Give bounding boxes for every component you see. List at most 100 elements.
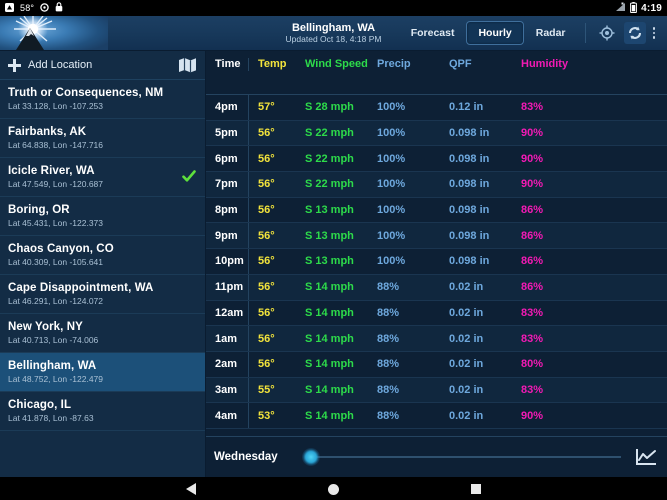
- line-chart-icon[interactable]: [633, 446, 659, 468]
- slider-track: [315, 456, 621, 458]
- table-row[interactable]: 2am 56° S 14 mph 88% 0.02 in 80%: [206, 351, 667, 378]
- cell-temp: 53°: [248, 403, 296, 428]
- cell-qpf: 0.098 in: [449, 229, 490, 242]
- cell-qpf: 0.02 in: [449, 281, 484, 294]
- cell-qpf: 0.098 in: [449, 152, 490, 165]
- column-header-precip: Precip: [377, 58, 411, 70]
- cell-temp: 55°: [248, 377, 296, 403]
- tab-forecast[interactable]: Forecast: [399, 21, 467, 45]
- location-name: Truth or Consequences, NM: [8, 87, 164, 99]
- cell-precip: 100%: [377, 178, 406, 191]
- main-content: Add Location Truth or Consequences, NM L…: [0, 51, 667, 477]
- list-item[interactable]: Cape Disappointment, WA Lat 46.291, Lon …: [0, 275, 205, 314]
- cell-time: 4pm: [215, 101, 238, 114]
- cell-precip: 88%: [377, 332, 400, 345]
- cell-temp: 56°: [248, 351, 296, 377]
- cell-qpf: 0.098 in: [449, 127, 490, 140]
- table-row[interactable]: 11pm 56° S 14 mph 88% 0.02 in 86%: [206, 274, 667, 301]
- battery-icon: [630, 1, 638, 15]
- recents-icon[interactable]: [471, 484, 481, 494]
- list-item[interactable]: Icicle River, WA Lat 47.549, Lon -120.68…: [0, 158, 205, 197]
- cell-time: 7pm: [215, 178, 238, 191]
- cell-wind: S 14 mph: [305, 306, 354, 319]
- map-icon[interactable]: [177, 57, 197, 74]
- back-icon[interactable]: [186, 483, 196, 495]
- cell-temp: 56°: [248, 223, 296, 249]
- table-row[interactable]: 5pm 56° S 22 mph 100% 0.098 in 90%: [206, 120, 667, 147]
- table-row[interactable]: 4am 53° S 14 mph 88% 0.02 in 90%: [206, 403, 667, 429]
- my-location-icon[interactable]: [596, 22, 618, 44]
- cell-qpf: 0.02 in: [449, 383, 484, 396]
- list-item[interactable]: Fairbanks, AK Lat 64.838, Lon -147.716: [0, 119, 205, 158]
- cell-time: 3am: [215, 383, 238, 396]
- location-sidebar: Add Location Truth or Consequences, NM L…: [0, 51, 206, 477]
- cell-time: 2am: [215, 358, 238, 371]
- list-item[interactable]: Truth or Consequences, NM Lat 33.128, Lo…: [0, 80, 205, 119]
- hourly-table: Time Temp Wind Speed Precip QPF Humidity…: [206, 51, 667, 477]
- list-item[interactable]: New York, NY Lat 40.713, Lon -74.006: [0, 314, 205, 353]
- app-screen: 58° 4:19 Bellingham, WA Updated Oct 18, …: [0, 0, 667, 500]
- cell-qpf: 0.02 in: [449, 409, 484, 422]
- cell-humidity: 86%: [521, 281, 544, 294]
- cell-temp: 56°: [248, 300, 296, 326]
- table-row[interactable]: 6pm 56° S 22 mph 100% 0.098 in 90%: [206, 146, 667, 173]
- cell-humidity: 80%: [521, 358, 544, 371]
- day-slider[interactable]: [288, 447, 629, 467]
- cell-humidity: 83%: [521, 383, 544, 396]
- list-item[interactable]: Chicago, IL Lat 41.878, Lon -87.63: [0, 392, 205, 431]
- cell-humidity: 83%: [521, 332, 544, 345]
- location-coords: Lat 40.309, Lon -105.641: [8, 257, 103, 267]
- list-item-selected[interactable]: Bellingham, WA Lat 48.752, Lon -122.479: [0, 353, 205, 392]
- cell-qpf: 0.098 in: [449, 204, 490, 217]
- table-row[interactable]: 12am 56° S 14 mph 88% 0.02 in 83%: [206, 300, 667, 327]
- signal-icon: [615, 2, 626, 14]
- day-label: Wednesday: [214, 451, 278, 463]
- cell-wind: S 28 mph: [305, 101, 354, 114]
- refresh-icon[interactable]: [623, 22, 646, 44]
- location-name: Fairbanks, AK: [8, 126, 87, 138]
- location-list: Truth or Consequences, NM Lat 33.128, Lo…: [0, 80, 205, 477]
- tab-radar[interactable]: Radar: [524, 21, 578, 45]
- cell-wind: S 13 mph: [305, 204, 354, 217]
- app-icon: [5, 2, 14, 14]
- status-bar-left: 58°: [5, 2, 63, 14]
- day-selector-bar: Wednesday: [206, 436, 667, 477]
- cell-qpf: 0.098 in: [449, 255, 490, 268]
- cell-precip: 100%: [377, 127, 406, 140]
- table-row[interactable]: 9pm 56° S 13 mph 100% 0.098 in 86%: [206, 223, 667, 250]
- table-row[interactable]: 7pm 56° S 22 mph 100% 0.098 in 90%: [206, 172, 667, 198]
- android-status-bar: 58° 4:19: [0, 0, 667, 16]
- location-coords: Lat 46.291, Lon -124.072: [8, 296, 103, 306]
- table-row[interactable]: 3am 55° S 14 mph 88% 0.02 in 83%: [206, 377, 667, 404]
- lock-icon: [55, 2, 63, 14]
- cell-precip: 88%: [377, 306, 400, 319]
- tab-hourly[interactable]: Hourly: [466, 21, 524, 45]
- location-name: Chicago, IL: [8, 399, 72, 411]
- add-location-button[interactable]: Add Location: [0, 51, 205, 80]
- cell-precip: 100%: [377, 101, 406, 114]
- cell-temp: 56°: [248, 172, 296, 197]
- table-row[interactable]: 10pm 56° S 13 mph 100% 0.098 in 86%: [206, 249, 667, 275]
- slider-thumb[interactable]: [301, 448, 320, 466]
- table-row[interactable]: 8pm 56° S 13 mph 100% 0.098 in 86%: [206, 197, 667, 224]
- list-item[interactable]: Boring, OR Lat 45.431, Lon -122.373: [0, 197, 205, 236]
- cell-wind: S 13 mph: [305, 255, 354, 268]
- cell-precip: 88%: [377, 409, 400, 422]
- cell-temp: 56°: [248, 274, 296, 300]
- table-row[interactable]: 4pm 57° S 28 mph 100% 0.12 in 83%: [206, 95, 667, 121]
- header-toolbar: Forecast Hourly Radar: [399, 16, 661, 50]
- cell-temp: 56°: [248, 249, 296, 274]
- cell-humidity: 86%: [521, 229, 544, 242]
- cell-wind: S 14 mph: [305, 358, 354, 371]
- table-row[interactable]: 1am 56° S 14 mph 88% 0.02 in 83%: [206, 326, 667, 352]
- sun-over-mountain-logo: [0, 16, 108, 50]
- list-item[interactable]: Chaos Canyon, CO Lat 40.309, Lon -105.64…: [0, 236, 205, 275]
- location-coords: Lat 33.128, Lon -107.253: [8, 101, 103, 111]
- cell-precip: 100%: [377, 152, 406, 165]
- cell-time: 8pm: [215, 204, 238, 217]
- cell-time: 11pm: [215, 281, 244, 294]
- home-icon[interactable]: [328, 483, 339, 495]
- cell-humidity: 90%: [521, 152, 544, 165]
- location-coords: Lat 41.878, Lon -87.63: [8, 413, 94, 423]
- overflow-menu-icon[interactable]: [652, 27, 655, 39]
